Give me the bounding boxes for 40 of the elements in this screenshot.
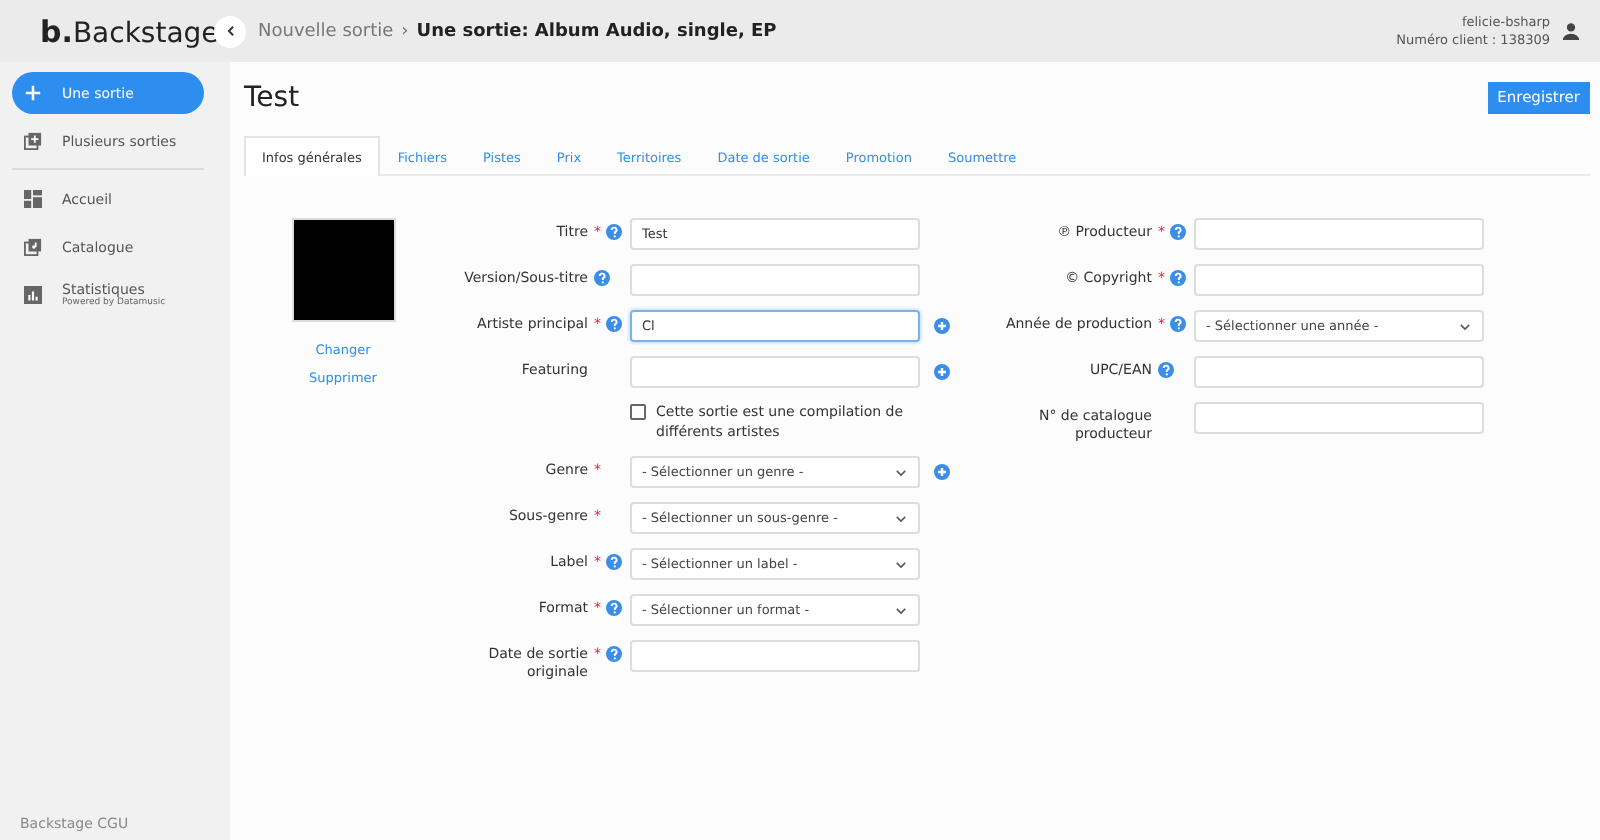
help-icon[interactable] [594, 270, 610, 286]
chevron-left-icon [223, 24, 237, 38]
chevron-icon [894, 603, 908, 617]
help-icon[interactable] [605, 224, 621, 240]
input-field[interactable] [630, 356, 920, 388]
stack-plus-icon [24, 132, 42, 150]
help-icon[interactable] [605, 600, 621, 616]
backstage-logo: b.Backstage [38, 13, 221, 49]
add-icon[interactable] [934, 464, 950, 480]
chevron-icon [1458, 319, 1472, 333]
bar-chart-icon [24, 286, 42, 304]
help-icon[interactable] [605, 316, 621, 332]
current-page-title: Une sortie: Album Audio, single, EP [416, 21, 777, 41]
checkbox[interactable] [630, 404, 646, 420]
user-icon[interactable] [1562, 22, 1580, 40]
chevron-icon [894, 511, 908, 525]
help-icon[interactable] [605, 646, 621, 662]
input-field[interactable] [630, 264, 920, 296]
back-button[interactable] [214, 15, 246, 47]
input-field[interactable] [630, 640, 920, 672]
breadcrumb-link[interactable]: Nouvelle sortie [258, 21, 394, 41]
breadcrumb-separator: › [401, 21, 409, 41]
help-icon[interactable] [1169, 316, 1185, 332]
help-icon[interactable] [605, 554, 621, 570]
cover-art [291, 218, 395, 322]
release-title: Test [244, 81, 300, 113]
chevron-icon [894, 557, 908, 571]
help-icon[interactable] [1169, 270, 1185, 286]
input-field[interactable] [1194, 402, 1484, 434]
add-icon[interactable] [934, 318, 950, 334]
input-field[interactable] [1194, 264, 1484, 296]
add-icon[interactable] [934, 364, 950, 380]
chevron-icon [894, 465, 908, 479]
music-catalog-icon [24, 238, 42, 256]
dashboard-icon [24, 190, 42, 208]
input-field[interactable] [1194, 218, 1484, 250]
plus-icon [24, 84, 42, 102]
help-icon[interactable] [1158, 362, 1174, 378]
input-field[interactable] [1194, 356, 1484, 388]
help-icon[interactable] [1169, 224, 1185, 240]
